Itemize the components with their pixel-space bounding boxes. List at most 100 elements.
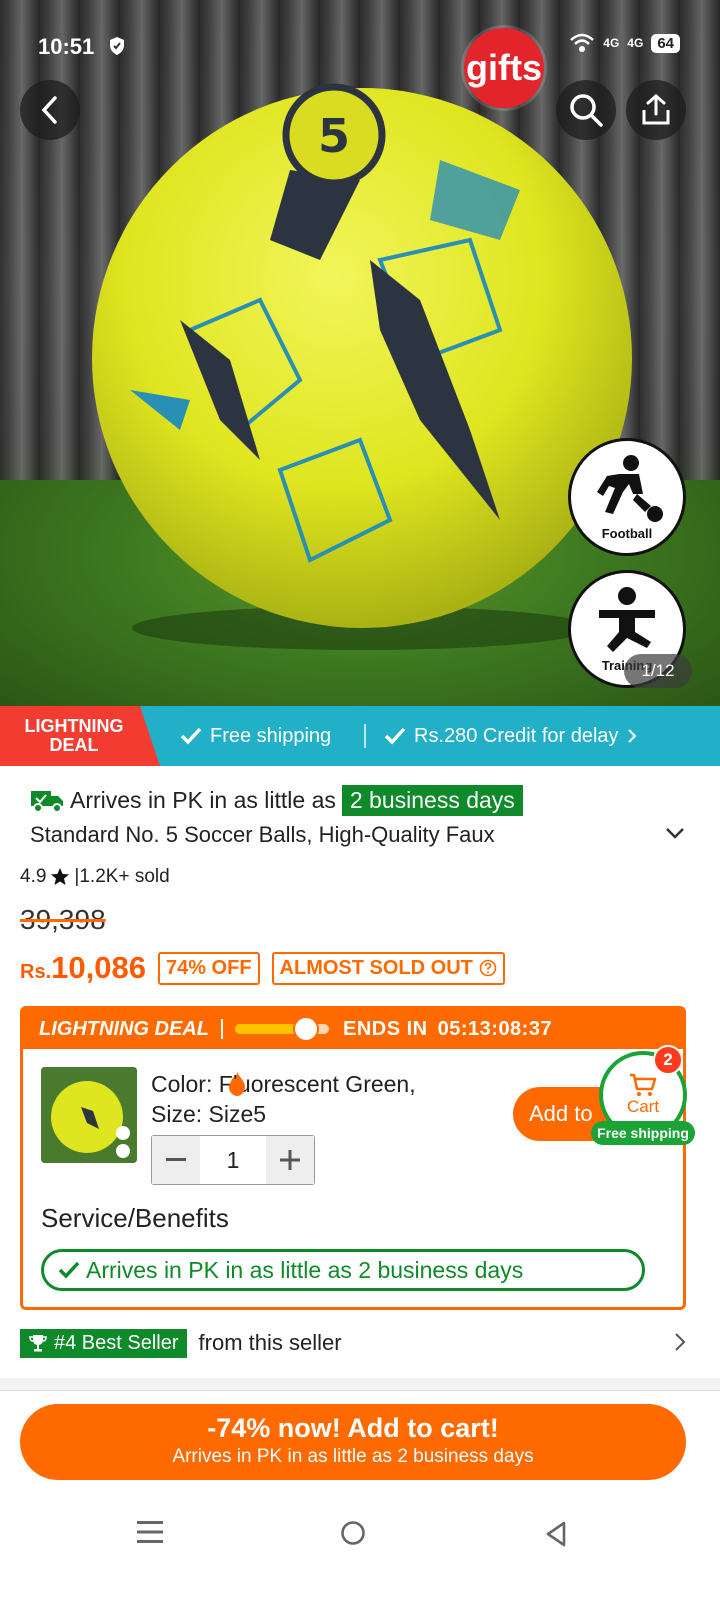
cta-secondary-text: Arrives in PK in as little as 2 business… <box>172 1446 534 1467</box>
decrement-button[interactable] <box>152 1136 200 1184</box>
rating-row[interactable]: 4.9 |1.2K+ sold <box>20 866 170 888</box>
variant-size: Size: Size5 <box>151 1101 267 1127</box>
cart-free-shipping-chip: Free shipping <box>591 1121 695 1145</box>
delivery-truck-icon <box>31 791 63 813</box>
football-player-icon <box>597 454 663 522</box>
help-icon <box>479 959 497 977</box>
back-nav-button[interactable] <box>544 1520 568 1553</box>
variant-color: Color: Fluorescent Green, <box>151 1071 416 1097</box>
deal-progress-knob <box>292 1016 319 1042</box>
flame-icon <box>229 1072 245 1096</box>
home-circle-icon <box>341 1521 365 1545</box>
training-player-icon <box>599 586 655 652</box>
quantity-stepper: 1 <box>151 1135 315 1185</box>
status-time: 10:51 <box>38 34 95 59</box>
gifts-button[interactable]: gifts <box>464 28 544 108</box>
cart-count-badge: 2 <box>653 1045 683 1075</box>
system-nav-bar <box>0 1500 720 1600</box>
deal-strip[interactable]: LIGHTNING DEAL Free shipping Rs.280 Cred… <box>0 706 720 766</box>
best-seller-label: #4 Best Seller <box>54 1331 179 1354</box>
signal-2-icon: 4G <box>627 36 644 50</box>
star-icon <box>51 868 70 885</box>
best-seller-badge: #4 Best Seller <box>20 1328 187 1358</box>
check-icon <box>180 727 202 745</box>
image-counter: 1/12 <box>624 654 692 688</box>
lightning-deal-title: LIGHTNING DEAL <box>39 1017 209 1040</box>
lightning-deal-tag-line1: LIGHTNING <box>24 716 124 736</box>
check-icon <box>384 727 406 745</box>
plus-icon <box>280 1150 300 1170</box>
wifi-icon <box>570 33 595 52</box>
increment-button[interactable] <box>266 1136 314 1184</box>
status-bar: 10:51 4G 4G 64 <box>38 30 680 64</box>
signal-1-icon: 4G <box>603 36 620 50</box>
credit-for-delay-perk[interactable]: Rs.280 Credit for delay <box>384 706 637 766</box>
thumbnail-ball-image <box>41 1067 137 1163</box>
service-benefit-pill: Arrives in PK in as little as 2 business… <box>41 1249 645 1291</box>
arrival-prefix: Arrives in PK in as little as <box>70 786 336 813</box>
cart-label: Cart <box>626 1097 660 1116</box>
status-icons: 4G 4G 64 <box>569 32 680 54</box>
quantity-value[interactable]: 1 <box>200 1136 266 1184</box>
current-price: Rs.10,086 <box>20 950 146 986</box>
service-benefit-label: Arrives in PK in as little as 2 business… <box>86 1256 524 1283</box>
rating-value: 4.9 <box>20 866 47 887</box>
product-title[interactable]: Standard No. 5 Soccer Balls, High-Qualit… <box>30 822 670 848</box>
lightning-deal-header: LIGHTNING DEAL ENDS IN 05:13:08:37 <box>23 1009 683 1049</box>
deal-progress-bar <box>235 1016 329 1042</box>
free-shipping-perk: Free shipping <box>180 706 331 766</box>
football-label: Football <box>601 525 653 541</box>
lightning-deal-box: LIGHTNING DEAL ENDS IN 05:13:08:37 Color… <box>20 1006 695 1310</box>
add-to-cart-cta[interactable]: -74% now! Add to cart! Arrives in PK in … <box>20 1404 686 1480</box>
triangle-back-icon <box>546 1521 566 1547</box>
original-price: 39,398 <box>20 904 106 935</box>
search-button[interactable] <box>556 80 616 140</box>
cart-icon <box>630 1073 657 1096</box>
best-seller-text: from this seller <box>198 1330 342 1355</box>
price-amount: 10,086 <box>51 950 146 985</box>
lightning-deal-tag-line2: DEAL <box>49 735 99 755</box>
home-button[interactable] <box>340 1520 366 1551</box>
credit-for-delay-label: Rs.280 Credit for delay <box>414 724 619 747</box>
discount-tag: 74% OFF <box>157 951 260 985</box>
strip-divider <box>364 724 366 748</box>
arrival-info: Arrives in PK in as little as 2 business… <box>30 782 523 818</box>
variant-thumbnail[interactable] <box>41 1067 137 1163</box>
cta-primary-text: -74% now! Add to cart! <box>207 1413 499 1443</box>
free-shipping-label: Free shipping <box>210 724 332 747</box>
chevron-down-icon <box>666 828 684 839</box>
shield-icon <box>108 36 126 62</box>
variant-info[interactable]: Color: Fluorescent Green, Size: Size5 <box>151 1069 416 1129</box>
football-badge: Football <box>568 438 686 556</box>
service-benefits-title: Service/Benefits <box>41 1203 229 1233</box>
check-icon <box>58 1261 80 1279</box>
lightning-deal-tag: LIGHTNING DEAL <box>0 706 160 766</box>
back-button[interactable] <box>20 80 80 140</box>
stock-tag[interactable]: ALMOST SOLD OUT <box>271 951 505 985</box>
recent-apps-button[interactable] <box>137 1520 163 1549</box>
best-seller-row[interactable]: #4 Best Seller from this seller <box>20 1326 686 1360</box>
arrival-highlight: 2 business days <box>341 784 523 816</box>
section-divider <box>0 1378 720 1390</box>
minus-icon <box>166 1158 186 1161</box>
price-currency: Rs. <box>20 961 52 983</box>
share-icon <box>642 94 670 125</box>
header-separator <box>221 1019 223 1039</box>
menu-icon <box>137 1521 163 1543</box>
chevron-left-icon <box>41 96 57 124</box>
expand-title-button[interactable] <box>664 826 686 845</box>
search-icon <box>570 94 603 127</box>
battery-icon: 64 <box>651 33 680 53</box>
footer-divider <box>0 1390 720 1391</box>
sold-count: |1.2K+ sold <box>74 866 170 887</box>
svg-text:5: 5 <box>318 109 350 163</box>
deal-countdown: 05:13:08:37 <box>437 1017 553 1040</box>
chevron-right-icon <box>627 729 636 743</box>
chevron-right-icon <box>674 1332 686 1358</box>
product-image-carousel[interactable]: 5 10:51 4G 4G 64 gifts Football 1/12 <box>0 0 720 720</box>
trophy-icon <box>29 1335 47 1352</box>
share-button[interactable] <box>626 80 686 140</box>
stock-tag-label: ALMOST SOLD OUT <box>279 956 473 979</box>
price-row: Rs.10,086 74% OFF ALMOST SOLD OUT <box>20 950 505 986</box>
ends-in-label: ENDS IN <box>343 1017 428 1040</box>
